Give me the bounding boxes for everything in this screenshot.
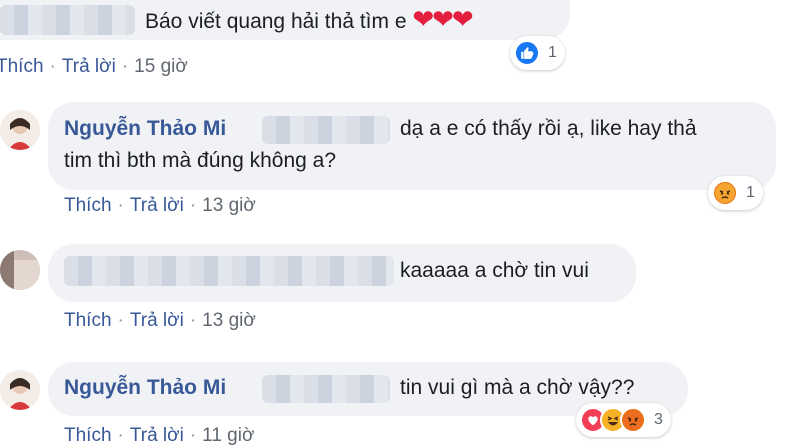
separator-dot: · bbox=[117, 425, 124, 446]
reaction-count: 1 bbox=[548, 44, 557, 61]
author-name[interactable]: Nguyễn Thảo Mi bbox=[64, 117, 226, 140]
comment-text-line-2: tim thì bth mà đúng không a? bbox=[64, 149, 337, 172]
comment-actions: Thích · Trả lời · 13 giờ bbox=[64, 309, 256, 333]
like-link[interactable]: Thích bbox=[64, 310, 112, 331]
separator-dot: · bbox=[189, 425, 197, 446]
author-name[interactable]: Nguyễn Thảo Mi bbox=[64, 376, 226, 399]
reply-link[interactable]: Trả lời bbox=[62, 56, 116, 77]
comment-text: Báo viết quang hải thả tìm e ❤❤❤ bbox=[145, 4, 474, 34]
hearts-emoji: ❤❤❤ bbox=[412, 4, 473, 34]
avatar[interactable] bbox=[0, 370, 40, 410]
comment-actions: Thích · Trả lời · 15 giờ bbox=[0, 55, 188, 79]
comment-text: Nguyễn Thảo Mi bbox=[64, 373, 226, 403]
angry-reaction-icon bbox=[620, 407, 646, 433]
blurred-name bbox=[262, 116, 390, 144]
separator-dot: · bbox=[117, 310, 124, 331]
comment-text: Nguyễn Thảo Mi bbox=[64, 114, 226, 144]
timestamp[interactable]: 15 giờ bbox=[134, 56, 188, 77]
reaction-count: 3 bbox=[654, 411, 663, 428]
separator-dot: · bbox=[121, 56, 129, 77]
reply-link[interactable]: Trả lời bbox=[130, 310, 184, 331]
like-reaction-icon bbox=[514, 40, 540, 66]
blurred-name bbox=[64, 256, 394, 286]
comment-text: kaaaaa a chờ tin vui bbox=[400, 259, 589, 282]
timestamp[interactable]: 13 giờ bbox=[202, 310, 256, 331]
reaction-summary[interactable]: 3 bbox=[576, 403, 671, 437]
reply-link[interactable]: Trả lời bbox=[130, 425, 184, 446]
timestamp[interactable]: 11 giờ bbox=[202, 425, 254, 446]
comment-actions: Thích · Trả lời · 11 giờ bbox=[64, 424, 254, 448]
comment-actions: Thích · Trả lời · 13 giờ bbox=[64, 194, 256, 218]
like-link[interactable]: Thích bbox=[0, 56, 44, 77]
comment-text-body: tin vui gì mà a chờ vậy?? bbox=[400, 376, 635, 399]
avatar[interactable] bbox=[0, 250, 40, 290]
blurred-name bbox=[0, 5, 135, 35]
blurred-name bbox=[262, 375, 390, 403]
comment-text-line-1: dạ a e có thấy rồi ạ, like hay thả bbox=[400, 117, 697, 140]
reaction-summary[interactable]: 1 bbox=[708, 176, 763, 210]
separator-dot: · bbox=[189, 310, 197, 331]
reaction-summary[interactable]: 1 bbox=[510, 36, 565, 70]
like-link[interactable]: Thích bbox=[64, 425, 112, 446]
reaction-count: 1 bbox=[746, 184, 755, 201]
separator-dot: · bbox=[117, 195, 124, 216]
timestamp[interactable]: 13 giờ bbox=[202, 195, 256, 216]
separator-dot: · bbox=[49, 56, 56, 77]
avatar[interactable] bbox=[0, 110, 40, 150]
separator-dot: · bbox=[189, 195, 197, 216]
reply-link[interactable]: Trả lời bbox=[130, 195, 184, 216]
like-link[interactable]: Thích bbox=[64, 195, 112, 216]
angry-reaction-icon bbox=[712, 180, 738, 206]
